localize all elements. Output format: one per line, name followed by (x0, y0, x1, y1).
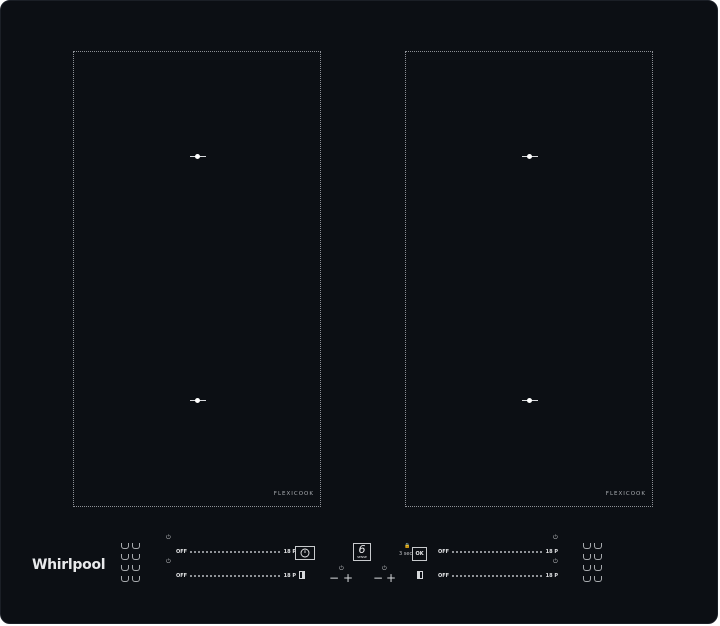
pot-icon[interactable] (121, 543, 129, 549)
zone-select-right-icon[interactable] (417, 571, 423, 579)
pot-icon[interactable] (121, 565, 129, 571)
left-flexicook-zone: FLEXICOOK (73, 51, 321, 507)
pan-icon[interactable] (132, 543, 140, 549)
minus-button[interactable]: − (329, 572, 339, 584)
pot-icon[interactable] (121, 554, 129, 560)
lock-icon: 🔒 (404, 543, 411, 549)
minus-button[interactable]: − (373, 572, 383, 584)
pot-icon[interactable] (594, 565, 602, 571)
zone-center-marker (522, 154, 538, 159)
brand-logo: Whirlpool (32, 557, 106, 573)
slider-off-label: OFF (438, 549, 450, 555)
pot-icon[interactable] (121, 576, 129, 582)
boost-subtext: SENSE (357, 555, 367, 559)
pan-icon[interactable] (583, 543, 591, 549)
power-slider-front-right[interactable]: OFF 18 P (438, 548, 558, 556)
three-sec-label: 3 sec (399, 551, 413, 557)
pot-icon[interactable] (594, 576, 602, 582)
left-function-icons (121, 541, 143, 582)
pan-icon[interactable] (132, 554, 140, 560)
left-zone-label: FLEXICOOK (273, 491, 314, 497)
zone-select-left-icon[interactable] (299, 571, 305, 579)
pan-icon[interactable] (583, 576, 591, 582)
induction-hob-top: FLEXICOOK FLEXICOOK Whirlpool ⏻ ⏻ ⏻ ⏻ OF… (0, 0, 718, 624)
pot-icon[interactable] (594, 554, 602, 560)
pot-icon[interactable] (594, 543, 602, 549)
right-flexicook-zone: FLEXICOOK (405, 51, 653, 507)
boost-number: 6 (358, 543, 366, 556)
power-slider-rear-right[interactable]: OFF 18 P (438, 572, 558, 580)
plus-button[interactable]: + (343, 572, 353, 584)
power-icon[interactable]: ⏻ (553, 559, 558, 565)
slider-off-label: OFF (176, 573, 188, 579)
power-slider-front-left[interactable]: OFF 18 P (176, 548, 296, 556)
slider-max-label: 18 P (545, 549, 558, 555)
slider-max-label: 18 P (283, 573, 296, 579)
slider-track[interactable] (190, 575, 280, 579)
slider-off-label: OFF (176, 549, 188, 555)
power-icon[interactable]: ⏻ (553, 535, 558, 541)
slider-track[interactable] (452, 575, 542, 579)
timer-button[interactable] (295, 546, 315, 560)
power-icon[interactable]: ⏻ (166, 559, 171, 565)
slider-track[interactable] (190, 551, 280, 555)
power-icon[interactable]: ⏻ (166, 535, 171, 541)
pan-icon[interactable] (132, 565, 140, 571)
zone-center-marker (190, 398, 206, 403)
slider-track[interactable] (452, 551, 542, 555)
pan-icon[interactable] (132, 576, 140, 582)
power-slider-rear-left[interactable]: OFF 18 P (176, 572, 296, 580)
pan-icon[interactable] (583, 554, 591, 560)
slider-off-label: OFF (438, 573, 450, 579)
right-zone-label: FLEXICOOK (605, 491, 646, 497)
plus-button[interactable]: + (386, 572, 396, 584)
zone-center-marker (522, 398, 538, 403)
sixth-sense-button[interactable]: 6 SENSE (353, 543, 371, 561)
right-function-icons (583, 541, 605, 582)
pan-icon[interactable] (583, 565, 591, 571)
slider-max-label: 18 P (545, 573, 558, 579)
ok-button[interactable]: OK (412, 547, 427, 561)
timer-icon (300, 548, 310, 558)
zone-center-marker (190, 154, 206, 159)
